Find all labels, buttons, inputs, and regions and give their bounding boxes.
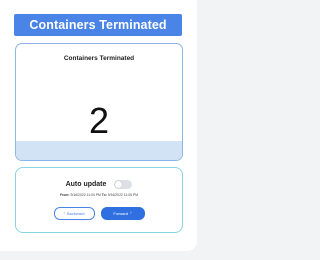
widget-panel: Containers Terminated Containers Termina… — [0, 0, 197, 251]
auto-update-label: Auto update — [65, 181, 107, 188]
auto-update-toggle[interactable] — [114, 180, 133, 189]
time-control-card: Auto update From: 9/16/2022 11:04 PM To:… — [15, 167, 183, 233]
from-label: From: — [59, 193, 70, 197]
metric-card: Containers Terminated 2 — [15, 43, 183, 161]
time-range-text: From: 9/16/2022 11:04 PM To: 9/16/2022 1… — [16, 193, 182, 197]
toggle-knob — [115, 181, 123, 188]
auto-update-row: Auto update — [16, 180, 182, 189]
metric-footer-band — [16, 141, 182, 160]
metric-value: 2 — [88, 100, 110, 141]
from-value: 9/16/2022 11:04 PM — [70, 193, 101, 197]
backward-button[interactable]: ‹ Backward — [53, 207, 95, 220]
metric-title: Containers Terminated — [63, 55, 135, 62]
backward-label: Backward — [66, 211, 85, 216]
forward-label: Forward — [113, 211, 129, 216]
forward-button[interactable]: Forward › — [100, 207, 145, 220]
chevron-right-icon: › — [130, 210, 132, 216]
to-label: To: — [101, 193, 107, 197]
nav-buttons: ‹ Backward Forward › — [16, 207, 182, 220]
chevron-left-icon: ‹ — [63, 210, 65, 216]
panel-header: Containers Terminated — [14, 14, 182, 36]
to-value: 9/16/2022 11:05 PM — [107, 193, 139, 197]
